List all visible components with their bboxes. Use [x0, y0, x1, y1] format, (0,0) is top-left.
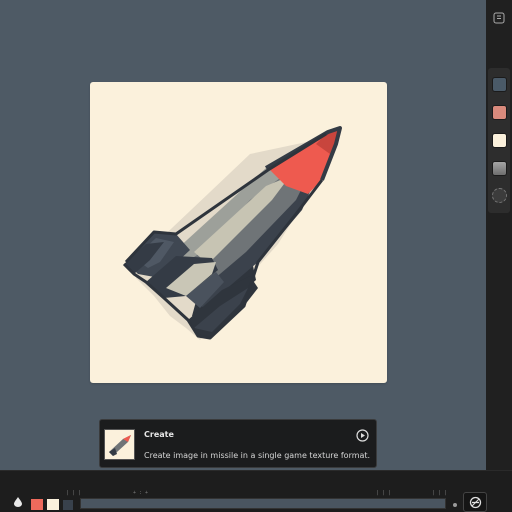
canvas-area[interactable] [0, 0, 486, 470]
swatch-slate[interactable] [493, 78, 506, 91]
color-chip-dark[interactable] [63, 500, 73, 510]
prompt-title: Create [144, 430, 174, 439]
swatch-cream[interactable] [493, 134, 506, 147]
grid-icon[interactable] [493, 12, 505, 24]
prompt-text: Create image in missile in a single game… [144, 451, 371, 460]
dot-icon[interactable] [453, 503, 457, 507]
prompt-card[interactable]: Create Create image in missile in a sing… [99, 419, 377, 468]
app-window: Create Create image in missile in a sing… [0, 0, 512, 512]
missile-image [122, 126, 342, 340]
ruler-tick: | | | [376, 490, 392, 496]
color-chip-cream[interactable] [47, 499, 59, 510]
ruler-tick: + : + [133, 490, 149, 496]
color-palette-panel [488, 68, 510, 213]
reset-button[interactable] [463, 492, 487, 512]
play-icon[interactable] [356, 429, 369, 442]
swatch-salmon[interactable] [493, 106, 506, 119]
ruler-tick: | | | [66, 490, 82, 496]
reset-icon [469, 496, 482, 509]
color-wheel-icon[interactable] [492, 188, 507, 203]
ruler-tick: | | | [432, 490, 448, 496]
timeline-ruler: | | | + : + | | | | | | [0, 471, 512, 496]
swatch-gray[interactable] [493, 162, 506, 175]
color-chip-red[interactable] [31, 499, 43, 510]
artboard[interactable] [90, 82, 387, 383]
drop-icon[interactable] [13, 497, 23, 507]
prompt-thumbnail [104, 429, 135, 460]
timeline-track[interactable] [80, 498, 446, 509]
